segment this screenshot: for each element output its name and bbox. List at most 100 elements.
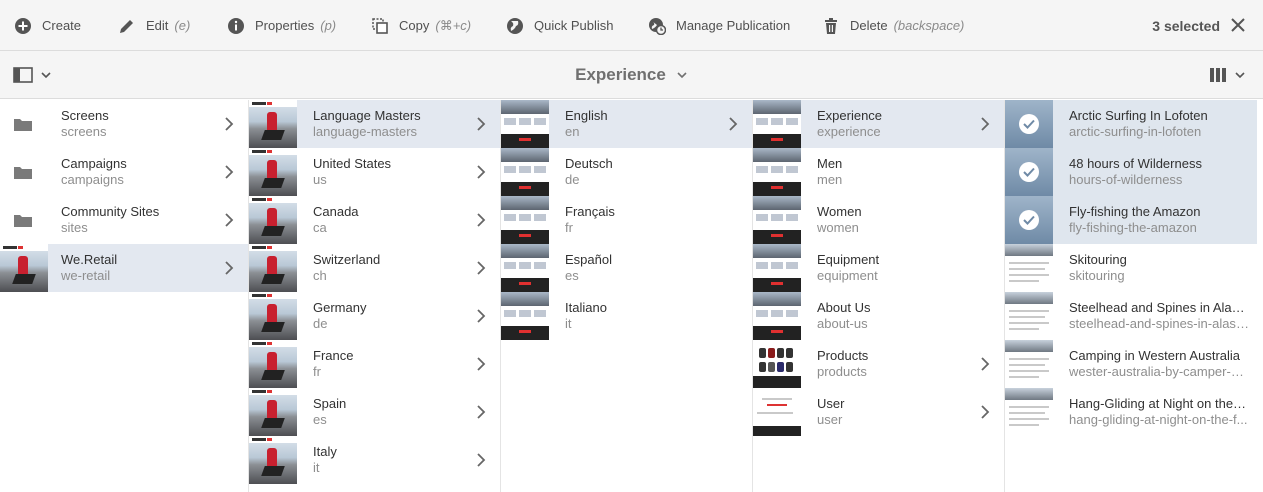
properties-button[interactable]: Properties (p) bbox=[227, 0, 336, 51]
properties-label: Properties bbox=[255, 18, 315, 33]
page-thumbnail bbox=[1005, 148, 1053, 196]
column-3: English en Deutsch de Français fr Español es… bbox=[501, 100, 753, 492]
item-title: Canada bbox=[313, 204, 359, 219]
action-bar: Create Edit (e) Properties (p) Copy (⌘+c… bbox=[0, 0, 1263, 51]
list-item[interactable]: Equipment equipment bbox=[753, 244, 1004, 292]
chevron-right-icon bbox=[225, 117, 234, 131]
list-item[interactable]: Community Sites sites bbox=[0, 196, 248, 244]
delete-shortcut: (backspace) bbox=[893, 18, 965, 33]
item-title: Camping in Western Australia bbox=[1069, 348, 1241, 363]
list-item[interactable]: Women women bbox=[753, 196, 1004, 244]
page-thumbnail bbox=[501, 148, 549, 196]
edit-button[interactable]: Edit (e) bbox=[118, 0, 190, 51]
list-item[interactable]: User user bbox=[753, 388, 1004, 436]
item-title: France bbox=[313, 348, 354, 363]
page-thumbnail bbox=[753, 388, 801, 436]
list-item[interactable]: Products products bbox=[753, 340, 1004, 388]
item-name: hang-gliding-at-night-on-the-f... bbox=[1069, 412, 1248, 427]
list-item[interactable]: Camping in Western Australia wester-austr… bbox=[1005, 340, 1257, 388]
page-title[interactable]: Experience bbox=[0, 51, 1263, 99]
create-button[interactable]: Create bbox=[14, 0, 81, 51]
item-title: About Us bbox=[817, 300, 871, 315]
item-name: campaigns bbox=[61, 172, 124, 187]
chevron-right-icon bbox=[477, 309, 486, 323]
chevron-right-icon bbox=[981, 405, 990, 419]
item-name: language-masters bbox=[313, 124, 418, 139]
list-item[interactable]: Fly-fishing the Amazon fly-fishing-the-am… bbox=[1005, 196, 1257, 244]
chevron-right-icon bbox=[477, 117, 486, 131]
page-thumbnail bbox=[1005, 196, 1053, 244]
list-item[interactable]: Français fr bbox=[501, 196, 752, 244]
list-item[interactable]: Germany de bbox=[249, 292, 500, 340]
manage-publication-button[interactable]: Manage Publication bbox=[648, 0, 790, 51]
page-thumbnail bbox=[753, 244, 801, 292]
chevron-right-icon bbox=[729, 117, 738, 131]
list-item[interactable]: Hang-Gliding at Night on the F... hang-gl… bbox=[1005, 388, 1257, 436]
list-item[interactable]: About Us about-us bbox=[753, 292, 1004, 340]
list-item[interactable]: Experience experience bbox=[753, 100, 1004, 148]
selection-count: 3 selected bbox=[1152, 17, 1220, 34]
list-item[interactable]: Campaigns campaigns bbox=[0, 148, 248, 196]
chevron-right-icon bbox=[225, 261, 234, 275]
page-title-label: Experience bbox=[575, 65, 666, 84]
chevron-down-icon bbox=[677, 72, 687, 79]
close-selection-icon[interactable] bbox=[1229, 16, 1247, 34]
item-name: steelhead-and-spines-in-alaska bbox=[1069, 316, 1249, 331]
view-switcher-button[interactable] bbox=[1209, 67, 1246, 83]
item-name: ch bbox=[313, 268, 327, 283]
list-item[interactable]: Switzerland ch bbox=[249, 244, 500, 292]
item-title: Men bbox=[817, 156, 843, 171]
item-name: user bbox=[817, 412, 843, 427]
delete-button[interactable]: Delete (backspace) bbox=[822, 0, 964, 51]
item-name: skitouring bbox=[1069, 268, 1125, 283]
list-item[interactable]: Screens screens bbox=[0, 100, 248, 148]
item-name: screens bbox=[61, 124, 107, 139]
item-title: 48 hours of Wilderness bbox=[1069, 156, 1202, 171]
item-title: Español bbox=[565, 252, 612, 267]
page-thumbnail bbox=[753, 196, 801, 244]
list-item[interactable]: Spain es bbox=[249, 388, 500, 436]
list-item[interactable]: Skitouring skitouring bbox=[1005, 244, 1257, 292]
info-icon bbox=[227, 17, 245, 35]
list-item[interactable]: Italiano it bbox=[501, 292, 752, 340]
list-item[interactable]: We.Retail we-retail bbox=[0, 244, 248, 292]
list-item[interactable]: Deutsch de bbox=[501, 148, 752, 196]
list-item[interactable]: Italy it bbox=[249, 436, 500, 484]
copy-button[interactable]: Copy (⌘+c) bbox=[371, 0, 471, 51]
list-item[interactable]: 48 hours of Wilderness hours-of-wildernes… bbox=[1005, 148, 1257, 196]
chevron-right-icon bbox=[477, 213, 486, 227]
item-title: Italy bbox=[313, 444, 337, 459]
list-item[interactable]: English en bbox=[501, 100, 752, 148]
page-thumbnail bbox=[249, 100, 297, 148]
item-name: products bbox=[817, 364, 867, 379]
column-5: Arctic Surfing In Lofoten arctic-surfing-… bbox=[1005, 100, 1263, 492]
quick-publish-button[interactable]: Quick Publish bbox=[506, 0, 613, 51]
list-item[interactable]: Arctic Surfing In Lofoten arctic-surfing-… bbox=[1005, 100, 1257, 148]
list-item[interactable]: Canada ca bbox=[249, 196, 500, 244]
list-item[interactable]: Language Masters language-masters bbox=[249, 100, 500, 148]
chevron-down-icon bbox=[1235, 72, 1245, 79]
list-item[interactable]: Men men bbox=[753, 148, 1004, 196]
list-item[interactable]: France fr bbox=[249, 340, 500, 388]
item-name: en bbox=[565, 124, 580, 139]
chevron-right-icon bbox=[225, 213, 234, 227]
item-name: sites bbox=[61, 220, 88, 235]
trash-icon bbox=[822, 17, 840, 35]
page-thumbnail bbox=[753, 292, 801, 340]
globe-icon bbox=[506, 17, 524, 35]
list-item[interactable]: United States us bbox=[249, 148, 500, 196]
page-thumbnail bbox=[1005, 340, 1053, 388]
list-item[interactable]: Steelhead and Spines in Alaska steelhead-… bbox=[1005, 292, 1257, 340]
item-title: Steelhead and Spines in Alaska bbox=[1069, 300, 1249, 315]
item-title: Italiano bbox=[565, 300, 607, 315]
item-name: women bbox=[817, 220, 859, 235]
chevron-right-icon bbox=[477, 261, 486, 275]
page-thumbnail bbox=[249, 340, 297, 388]
item-name: hours-of-wilderness bbox=[1069, 172, 1183, 187]
folder-icon bbox=[14, 167, 32, 179]
item-title: Women bbox=[817, 204, 862, 219]
item-title: Screens bbox=[61, 108, 109, 123]
page-thumbnail bbox=[753, 148, 801, 196]
chevron-right-icon bbox=[477, 165, 486, 179]
list-item[interactable]: Español es bbox=[501, 244, 752, 292]
